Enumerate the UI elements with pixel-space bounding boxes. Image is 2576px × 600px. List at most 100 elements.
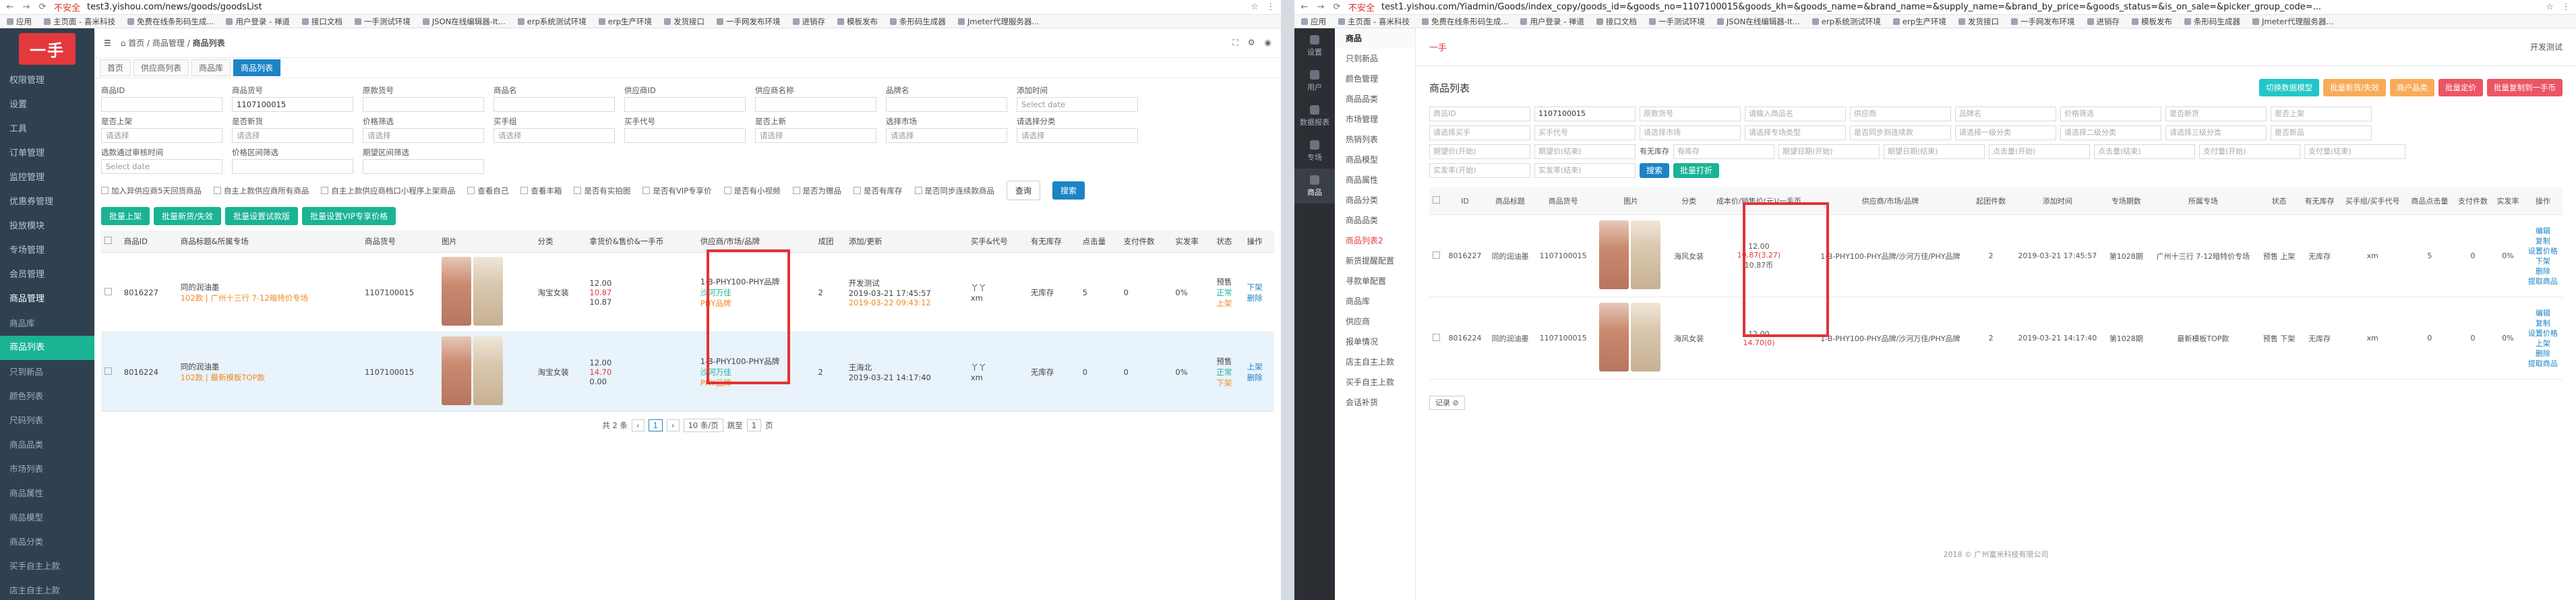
filter-checkbox[interactable]: 自主上款供应商所有商品 [213,185,309,196]
bookmark-item[interactable]: 应用 [7,16,32,27]
fullscreen-icon[interactable]: ⛶ [1232,38,1238,48]
row-checkbox[interactable] [101,332,121,412]
shelf-toggle-link[interactable]: 上架 [1247,361,1271,372]
submenu-item[interactable]: 市场管理 [1335,109,1415,129]
sidebar-item[interactable]: 商品库 [0,311,94,336]
filter-input[interactable]: Select date [1017,97,1138,112]
gear-icon[interactable]: ⚙ [1248,38,1255,48]
bookmark-item[interactable]: 一手网发布环境 [2011,16,2075,27]
header-action-button[interactable]: 批量定价 [2438,79,2483,96]
filter-input[interactable]: 请选择 [755,128,876,143]
submenu-item[interactable]: 商品属性 [1335,170,1415,190]
bookmark-item[interactable]: 一手网发布环境 [717,16,781,27]
sidebar-item[interactable]: 尺码列表 [0,409,94,433]
filter-checkbox[interactable]: 是否有库存 [853,185,903,196]
forward-icon[interactable]: → [1316,2,1325,12]
bookmark-item[interactable]: JSON在线编辑器-It... [423,16,506,27]
filter-input[interactable]: 请选择 [363,128,484,143]
bookmark-item[interactable]: JSON在线编辑器-It... [1717,16,1800,27]
submenu-item[interactable]: 颜色管理 [1335,69,1415,89]
query-button[interactable]: 查询 [1007,181,1041,200]
filter-input[interactable]: 有库存 [1673,144,1774,159]
sidebar-item[interactable]: 商品管理 [0,287,94,311]
filter-input[interactable]: 是否同步到连续款 [1850,125,1951,140]
row-action-link[interactable]: 下架 [2526,256,2560,266]
filter-input[interactable]: 点击量(开始) [1989,144,2090,159]
page-tab[interactable]: 供应商列表 [133,59,189,76]
filter-input[interactable]: 请选择三级分类 [2165,125,2267,140]
row-action-link[interactable]: 复制 [2526,318,2560,328]
filter-checkbox[interactable]: 查看自己 [467,185,508,196]
menu-icon[interactable]: ⋮ [1266,2,1276,12]
sidebar-item[interactable]: 专场管理 [0,239,94,263]
filter-input[interactable] [493,97,615,112]
icon-nav-item[interactable]: 设置 [1294,28,1335,63]
shelf-toggle-link[interactable]: 下架 [1247,282,1271,293]
url-field[interactable]: test1.yishou.com/Yiadmin/Goods/index_cop… [1381,2,2538,12]
filter-input[interactable]: 请选择 [886,128,1007,143]
sidebar-item[interactable]: 订单管理 [0,142,94,166]
reload-icon[interactable]: ⟳ [1332,2,1342,12]
filter-input[interactable]: 是否新货 [2165,107,2267,121]
sidebar-item[interactable]: 市场列表 [0,457,94,481]
filter-input[interactable]: 期望日期(开始) [1778,144,1880,159]
back-icon[interactable]: ← [1300,2,1309,12]
star-icon[interactable]: ☆ [2545,2,2554,12]
filter-input[interactable]: 价格筛选 [2060,107,2161,121]
checkbox-icon[interactable] [467,186,475,194]
filter-checkbox[interactable]: 自主上款供应商档口小程序上架商品 [321,185,455,196]
sidebar-item[interactable]: 店主自主上款 [0,578,94,600]
row-action-link[interactable]: 提取商品 [2526,276,2560,287]
filter-checkbox[interactable]: 加入异供应商5天回货商品 [101,185,202,196]
icon-nav-item[interactable]: 商品 [1294,169,1335,204]
filter-input[interactable]: 买手代号 [1534,125,1636,140]
search-button[interactable]: 搜索 [1052,181,1085,200]
row-action-link[interactable]: 编辑 [2526,226,2560,236]
checkbox-icon[interactable] [792,186,800,194]
special-link[interactable]: 102款 | 广州十三行 7-12暗特价专场 [181,293,358,303]
hamburger-icon[interactable]: ☰ [104,38,111,48]
row-action-link[interactable]: 上架 [2526,338,2560,349]
page-1-button[interactable]: 1 [648,419,663,431]
bookmark-item[interactable]: 用户登录 - 禅道 [226,16,289,27]
sidebar-item[interactable]: 只到新品 [0,360,94,384]
sidebar-item[interactable]: 商品属性 [0,481,94,506]
submenu-item[interactable]: 寻款单配置 [1335,271,1415,291]
bookmark-item[interactable]: Jmeter代理服务器... [2252,16,2333,27]
filter-input[interactable] [232,159,353,174]
submenu-item[interactable]: 报单情况 [1335,332,1415,352]
sidebar-item[interactable]: 买手自主上款 [0,554,94,578]
sidebar-item[interactable]: 颜色列表 [0,384,94,409]
row-action-link[interactable]: 编辑 [2526,308,2560,318]
sidebar-item[interactable]: 商品品类 [0,433,94,457]
checkbox-icon[interactable] [574,186,582,194]
batch-discount-button[interactable]: 批量打折 [1673,163,1720,178]
checkbox-icon[interactable] [723,186,731,194]
header-action-button[interactable]: 商户品类 [2390,79,2434,96]
bookmark-item[interactable]: 条形码生成器 [2184,16,2240,27]
bookmark-item[interactable]: 应用 [1301,16,1326,27]
filter-input[interactable]: 1107100015 [1534,107,1636,121]
filter-input[interactable]: 请选择 [493,128,615,143]
submenu-item[interactable]: 商品品类 [1335,89,1415,109]
menu-icon[interactable]: ⋮ [2561,2,2571,12]
bookmark-item[interactable]: erp系统测试环境 [1812,16,1881,27]
sidebar-item[interactable]: 商品分类 [0,530,94,554]
filter-checkbox[interactable]: 是否有实拍图 [574,185,630,196]
avatar[interactable]: ◉ [1265,38,1271,48]
bookmark-item[interactable]: 发货接口 [1958,16,1999,27]
forward-icon[interactable]: → [22,2,31,12]
filter-checkbox[interactable]: 查看丰箱 [520,185,562,196]
filter-input[interactable]: 点击量(结束) [2094,144,2195,159]
filter-input[interactable]: 期望价(开始) [1429,144,1530,159]
filter-input[interactable] [101,97,222,112]
row-checkbox[interactable] [1429,214,1444,297]
filter-checkbox[interactable]: 是否同步连续款商品 [914,185,994,196]
bookmark-item[interactable]: erp生产环境 [1893,16,1946,27]
record-button[interactable]: 记录 ⊘ [1429,396,1465,410]
bookmark-item[interactable]: 模板发布 [2132,16,2172,27]
next-page-button[interactable]: › [666,419,680,431]
bookmark-item[interactable]: 接口文档 [1596,16,1637,27]
row-checkbox[interactable] [1429,297,1444,380]
filter-input[interactable] [363,97,484,112]
